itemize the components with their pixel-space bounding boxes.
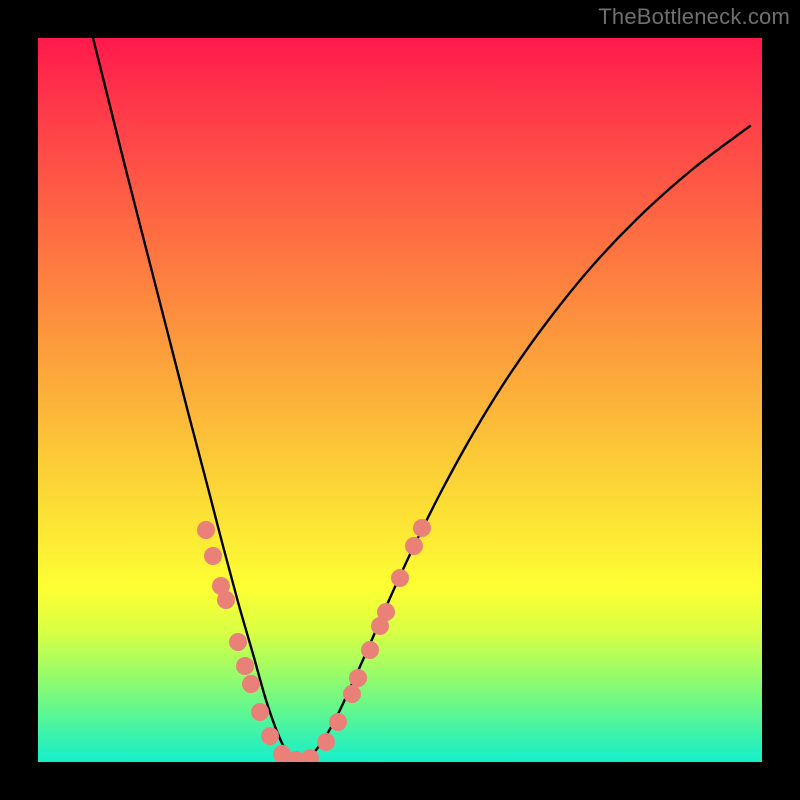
data-marker (391, 569, 409, 587)
data-marker (413, 519, 431, 537)
data-marker (377, 603, 395, 621)
marker-group (197, 519, 431, 762)
data-marker (329, 713, 347, 731)
chart-svg (38, 38, 762, 762)
bottleneck-curve (93, 38, 750, 760)
chart-frame: TheBottleneck.com (0, 0, 800, 800)
data-marker (261, 727, 279, 745)
data-marker (349, 669, 367, 687)
data-marker (236, 657, 254, 675)
data-marker (197, 521, 215, 539)
data-marker (343, 685, 361, 703)
data-marker (204, 547, 222, 565)
plot-area (38, 38, 762, 762)
data-marker (217, 591, 235, 609)
data-marker (317, 733, 335, 751)
data-marker (242, 675, 260, 693)
watermark-text: TheBottleneck.com (598, 4, 790, 30)
data-marker (405, 537, 423, 555)
data-marker (361, 641, 379, 659)
data-marker (229, 633, 247, 651)
data-marker (251, 703, 269, 721)
